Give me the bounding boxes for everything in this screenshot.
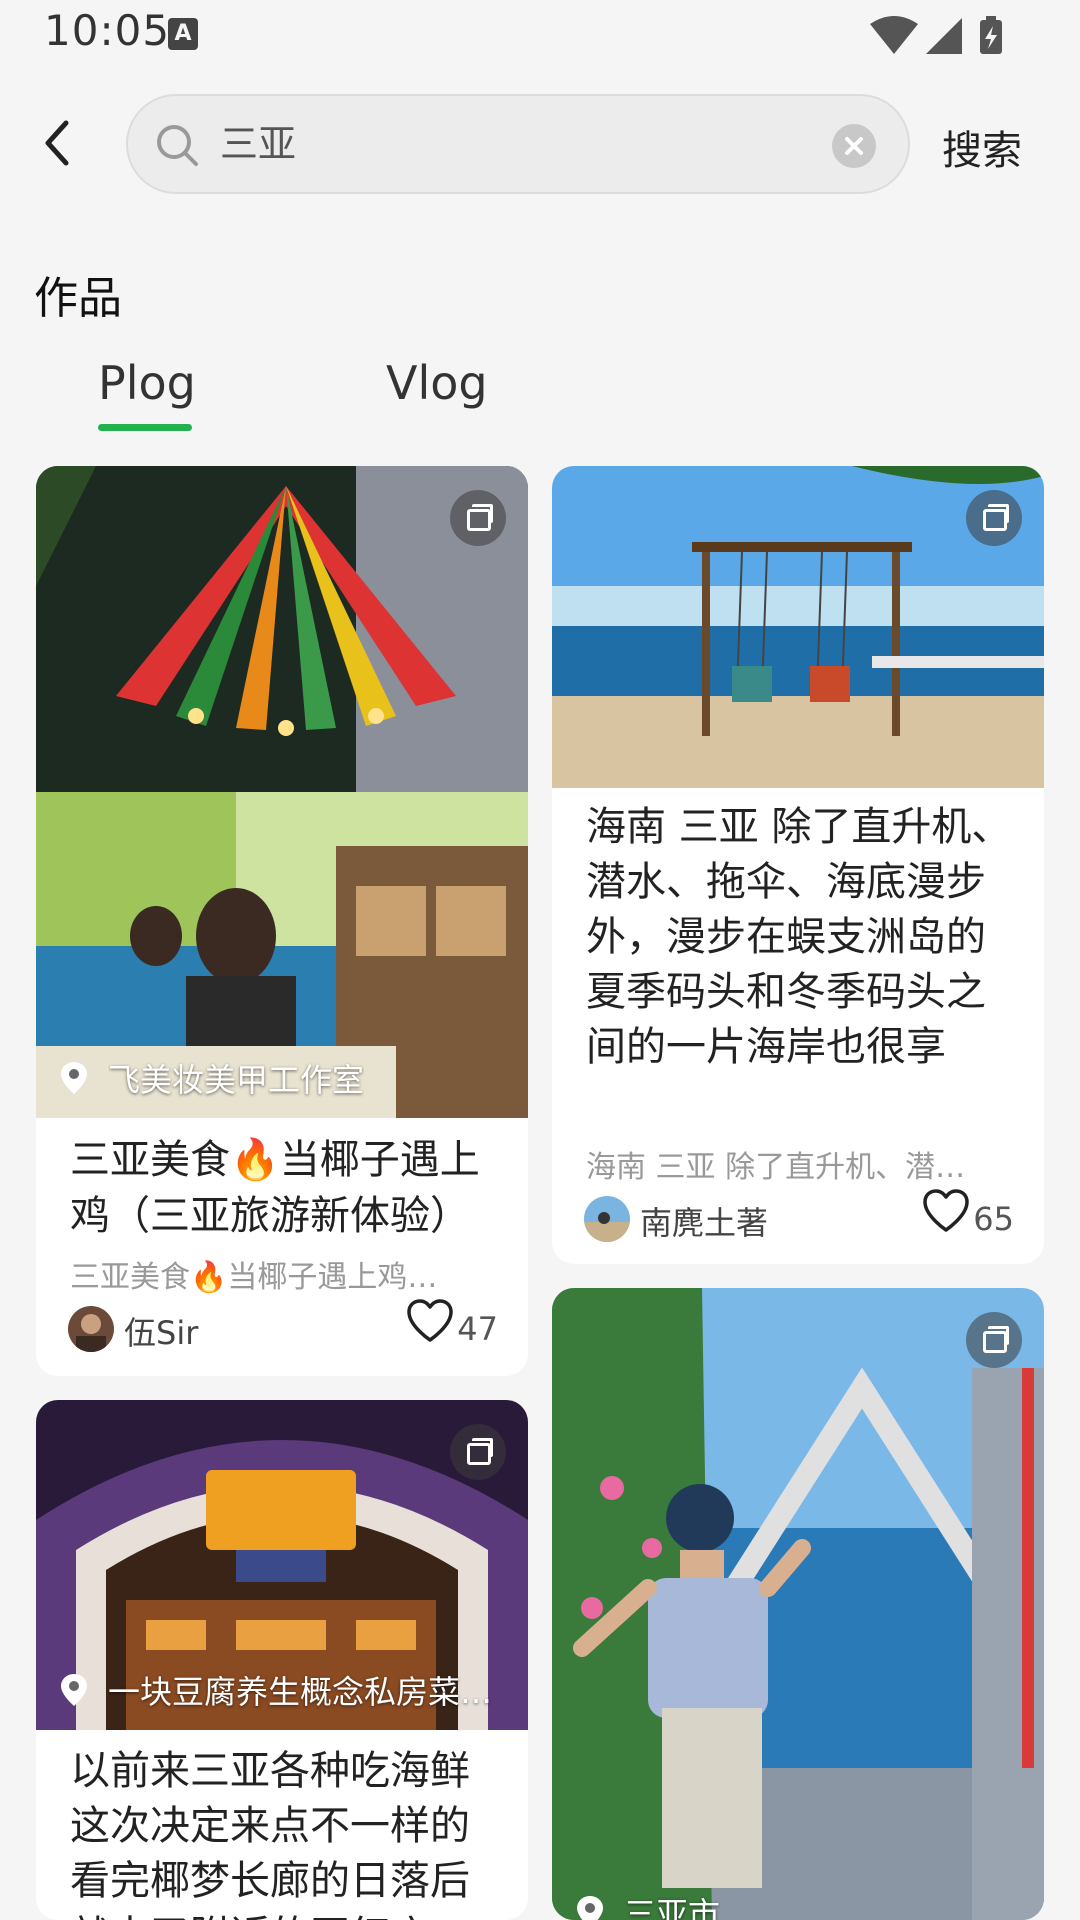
multi-image-icon [966, 490, 1022, 546]
status-bar: 10:05 A [0, 0, 1080, 70]
search-icon [157, 125, 198, 166]
location-text: 飞美妆美甲工作室 [108, 1061, 365, 1099]
location-pin-icon [577, 1896, 603, 1920]
multi-image-icon [450, 490, 506, 546]
author-name[interactable]: 南麂土著 [640, 1198, 768, 1244]
location-tag: 一块豆腐养生概念私房菜… [60, 1668, 508, 1712]
post-card[interactable]: 海南 三亚 除了直升机、潜水、拖伞、海底漫步外，漫步在蜈支洲岛的夏季码头和冬季码… [552, 466, 1044, 1264]
signal-battery-icons [870, 16, 1002, 54]
tab-plog[interactable]: Plog [98, 356, 196, 410]
location-pin-icon [61, 1062, 87, 1094]
location-text: 一块豆腐养生概念私房菜… [108, 1673, 493, 1711]
post-excerpt: 海南 三亚 除了直升机、潜… [586, 1150, 966, 1185]
avatar[interactable] [68, 1306, 114, 1352]
location-pin-icon [61, 1674, 87, 1706]
status-time: 10:05 [44, 6, 171, 55]
battery-icon [980, 16, 1002, 54]
heart-icon[interactable] [922, 1188, 970, 1234]
post-footer: 伍Sir 47 [68, 1299, 498, 1354]
post-excerpt: 三亚美食🔥当椰子遇上鸡… [70, 1260, 438, 1295]
like-count: 47 [457, 1310, 498, 1348]
tab-active-indicator [98, 424, 192, 431]
avatar[interactable] [584, 1196, 630, 1242]
post-title: 以前来三亚各种吃海鲜这次决定来点不一样的看完椰梦长廊的日落后就去了附近的网红店 [70, 1748, 470, 1920]
section-title: 作品 [34, 273, 122, 324]
author-name[interactable]: 伍Sir [124, 1308, 198, 1354]
chevron-left-icon [45, 120, 69, 166]
post-image: 一块豆腐养生概念私房菜… [36, 1400, 528, 1730]
multi-image-icon [450, 1424, 506, 1480]
post-card[interactable]: 一块豆腐养生概念私房菜… 以前来三亚各种吃海鲜这次决定来点不一样的看完椰梦长廊的… [36, 1400, 528, 1920]
post-image: 飞美妆美甲工作室 [36, 466, 528, 1118]
back-button[interactable] [30, 110, 84, 176]
like-count: 65 [973, 1200, 1014, 1238]
post-card[interactable]: 三亚市 [552, 1288, 1044, 1920]
cellular-signal-icon [926, 18, 962, 54]
wifi-icon [870, 16, 918, 54]
post-title: 海南 三亚 除了直升机、潜水、拖伞、海底漫步外，漫步在蜈支洲岛的夏季码头和冬季码… [586, 804, 1012, 1070]
close-icon [845, 137, 863, 155]
post-card[interactable]: 飞美妆美甲工作室 三亚美食🔥当椰子遇上鸡（三亚旅游新体验） 三亚美食🔥当椰子遇上… [36, 466, 528, 1376]
clear-search-button[interactable] [832, 124, 876, 168]
post-image [552, 466, 1044, 788]
ime-indicator-icon: A [168, 18, 198, 50]
post-image: 三亚市 [552, 1288, 1044, 1920]
post-title: 三亚美食🔥当椰子遇上鸡（三亚旅游新体验） [70, 1137, 480, 1239]
search-button[interactable]: 搜索 [942, 118, 1022, 176]
location-tag: 三亚市 [576, 1890, 1024, 1920]
location-tag: 飞美妆美甲工作室 [60, 1056, 508, 1100]
location-text: 三亚市 [624, 1895, 721, 1920]
tab-vlog[interactable]: Vlog [386, 356, 488, 410]
search-query: 三亚 [220, 122, 297, 166]
multi-image-icon [966, 1312, 1022, 1368]
heart-icon[interactable] [406, 1298, 454, 1344]
post-footer: 南麂土著 65 [584, 1189, 1014, 1244]
search-input[interactable]: 三亚 [126, 94, 910, 194]
